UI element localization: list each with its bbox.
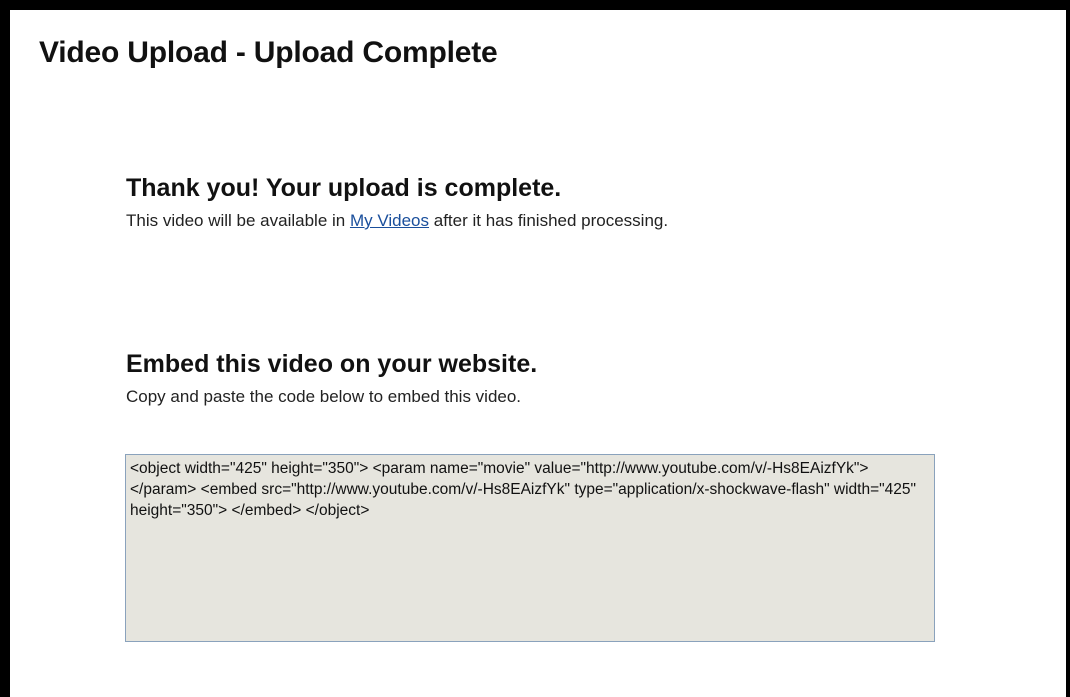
embed-section: Embed this video on your website. Copy a… <box>126 350 537 407</box>
embed-instructions: Copy and paste the code below to embed t… <box>126 387 522 406</box>
upload-complete-heading: Thank you! Your upload is complete. <box>126 174 562 202</box>
processing-message: This video will be available in My Video… <box>126 211 668 231</box>
embed-code-textarea[interactable]: <object width="425" height="350"> <param… <box>125 454 935 642</box>
my-videos-link[interactable]: My Videos <box>350 211 429 230</box>
embed-heading: Embed this video on your website. <box>126 350 538 378</box>
page-title: Video Upload - Upload Complete <box>39 36 498 69</box>
page-frame: Video Upload - Upload Complete Thank you… <box>10 10 1070 697</box>
processing-text-before: This video will be available in <box>126 211 350 230</box>
processing-text-after: after it has finished processing. <box>429 211 669 230</box>
upload-complete-section: Thank you! Your upload is complete. This… <box>126 174 668 231</box>
